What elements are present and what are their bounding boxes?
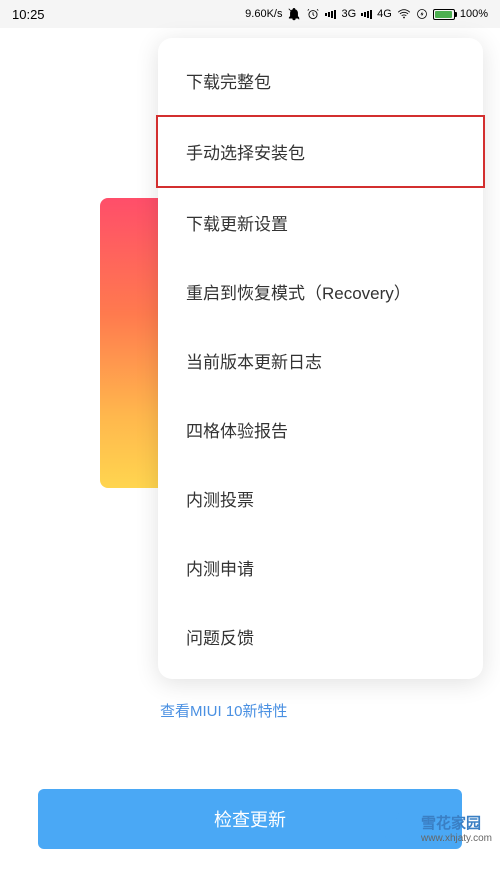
features-link[interactable]: 查看MIUI 10新特性 [160, 700, 288, 721]
menu-changelog[interactable]: 当前版本更新日志 [158, 326, 483, 395]
menu-recovery-mode[interactable]: 重启到恢复模式（Recovery） [158, 257, 483, 326]
status-indicators: 9.60K/s 3G 4G 100% [245, 7, 488, 21]
watermark: 雪花家园 www.xhjaty.com [379, 811, 492, 849]
menu-beta-apply[interactable]: 内测申请 [158, 533, 483, 602]
network-type-2: 4G [377, 8, 392, 20]
watermark-title: 雪花家园 [421, 816, 492, 833]
battery-percent: 100% [460, 8, 488, 20]
status-time: 10:25 [12, 7, 45, 22]
network-speed: 9.60K/s [245, 8, 282, 20]
charging-icon [416, 8, 428, 20]
menu-manual-select[interactable]: 手动选择安装包 [156, 115, 485, 188]
battery-icon [433, 9, 455, 20]
signal-icon-1 [325, 10, 336, 19]
menu-beta-vote[interactable]: 内测投票 [158, 464, 483, 533]
signal-icon-2 [361, 10, 372, 19]
menu-feedback[interactable]: 问题反馈 [158, 602, 483, 671]
network-type-1: 3G [341, 8, 356, 20]
alarm-icon [306, 7, 320, 21]
wifi-icon [397, 7, 411, 21]
watermark-url: www.xhjaty.com [421, 833, 492, 844]
menu-experience-report[interactable]: 四格体验报告 [158, 395, 483, 464]
main-content: 下载完整包 手动选择安装包 下载更新设置 重启到恢复模式（Recovery） 当… [0, 28, 500, 889]
menu-download-full[interactable]: 下载完整包 [158, 46, 483, 115]
dnd-icon [287, 7, 301, 21]
watermark-logo-icon [379, 811, 417, 849]
options-menu: 下载完整包 手动选择安装包 下载更新设置 重启到恢复模式（Recovery） 当… [158, 38, 483, 679]
status-bar: 10:25 9.60K/s 3G 4G 100% [0, 0, 500, 28]
menu-download-settings[interactable]: 下载更新设置 [158, 188, 483, 257]
